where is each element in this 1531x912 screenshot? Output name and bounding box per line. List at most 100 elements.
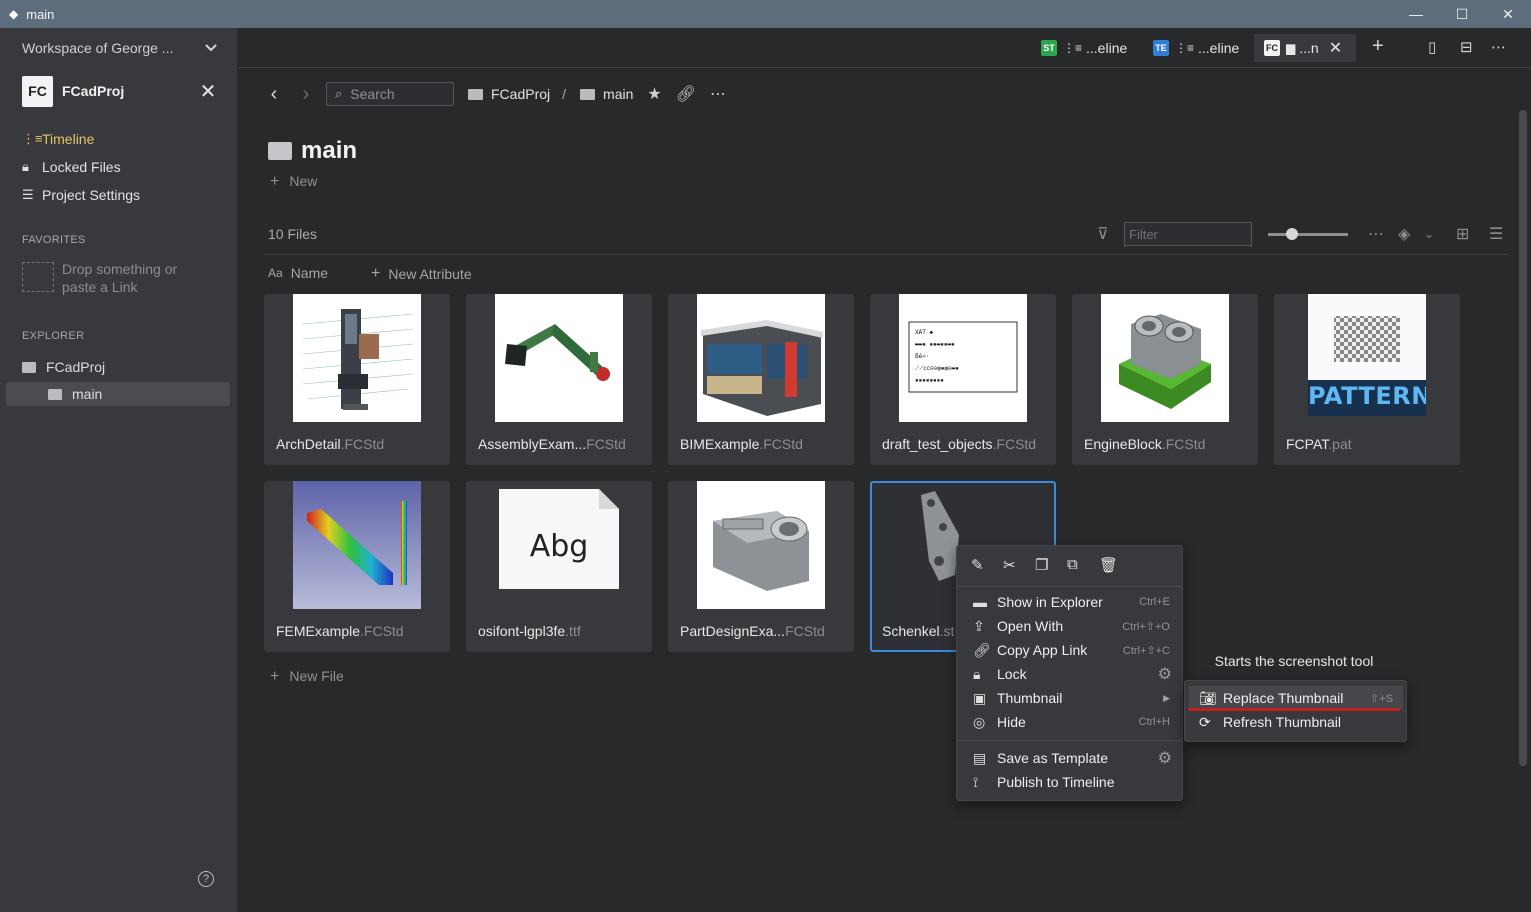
close-tab-icon[interactable]: ✕ bbox=[1329, 38, 1342, 58]
thumbnail-pattern: PATTERN bbox=[1308, 294, 1426, 416]
list-view-icon[interactable]: ☰ bbox=[1489, 224, 1503, 244]
folder-icon bbox=[580, 88, 596, 100]
favorites-heading: FAVORITES bbox=[22, 234, 86, 246]
gear-icon[interactable]: ⚙ bbox=[1158, 664, 1172, 684]
tab-main[interactable]: FC ▆ ...n ✕ bbox=[1254, 34, 1356, 62]
menu-lock[interactable]: 🔒︎ Lock ⚙ bbox=[957, 662, 1182, 686]
menu-shortcut: Ctrl+E bbox=[1139, 596, 1170, 608]
svg-text:⟋⟋ⅽⅽ⊖⊖◍▪◍⊖▬▪: ⟋⟋ⅽⅽ⊖⊖◍▪◍⊖▬▪ bbox=[915, 365, 959, 372]
folder-icon bbox=[268, 142, 292, 160]
back-arrow-icon[interactable]: ‹ bbox=[262, 83, 286, 106]
nav-timeline[interactable]: ⋮≡ Timeline bbox=[22, 128, 94, 150]
file-name: ArchDetail.FCStd bbox=[276, 436, 385, 452]
close-project-icon[interactable]: ✕ bbox=[198, 79, 218, 104]
tab-badge: FC bbox=[1264, 40, 1280, 56]
menu-publish-to-timeline[interactable]: ⟟ Publish to Timeline bbox=[957, 770, 1182, 794]
inbox-icon[interactable]: ⊟ bbox=[1460, 38, 1473, 56]
file-card-femexample[interactable]: FEMExample.FCStd bbox=[264, 481, 450, 652]
file-card-draft-test-objects[interactable]: XAT ◆ ▬▬▪ ▪▪▬▪▪▬▪ ßé∠· ⟋⟋ⅽⅽ⊖⊖◍▪◍⊖▬▪ ▪▪▪▪… bbox=[870, 294, 1056, 465]
timeline-icon: ⋮≡ bbox=[22, 131, 43, 146]
more-options-icon[interactable]: ⋯ bbox=[1491, 38, 1506, 56]
thumbnail-engine bbox=[1101, 294, 1229, 422]
tooltip: Starts the screenshot tool bbox=[1200, 647, 1388, 675]
font-sample-text: Abg bbox=[529, 529, 589, 564]
delete-icon[interactable]: 🗑︎ bbox=[1099, 556, 1131, 574]
column-name[interactable]: Aa Name bbox=[268, 265, 328, 281]
favorites-drop-zone[interactable]: Drop something or paste a Link bbox=[22, 260, 218, 300]
breadcrumb-fcadproj[interactable]: FCadProj bbox=[468, 86, 550, 102]
help-icon[interactable]: ? bbox=[198, 871, 214, 887]
minimize-button[interactable]: — bbox=[1393, 0, 1439, 28]
menu-open-with[interactable]: ⇪ Open With Ctrl+⇧+O bbox=[957, 614, 1182, 638]
thumbnail-submenu: 📷︎ Replace Thumbnail ⇧+S ⟳ Refresh Thumb… bbox=[1184, 680, 1407, 742]
rename-icon[interactable]: ✎ bbox=[971, 556, 1003, 574]
tree-item-fcadproj[interactable]: FCadProj bbox=[22, 355, 218, 379]
chevron-down-icon[interactable]: ⌄ bbox=[1424, 227, 1434, 241]
nav-locked-files[interactable]: 🔒︎ Locked Files bbox=[22, 156, 121, 178]
title-bar: ◆ main — ☐ ✕ bbox=[0, 0, 1531, 28]
breadcrumb-label: FCadProj bbox=[491, 86, 551, 102]
new-button[interactable]: + New bbox=[270, 173, 317, 191]
menu-show-in-explorer[interactable]: ▬ Show in Explorer Ctrl+E bbox=[957, 590, 1182, 614]
folder-icon: ▆ bbox=[1286, 41, 1296, 55]
app-logo-icon: ◆ bbox=[9, 7, 19, 21]
new-file-button[interactable]: + New File bbox=[270, 668, 344, 686]
more-options-icon[interactable]: ⋯ bbox=[1368, 224, 1384, 244]
tab-timeline-st[interactable]: ST ⋮≡ ...eline bbox=[1031, 34, 1137, 62]
tree-item-main[interactable]: main bbox=[6, 382, 230, 406]
duplicate-icon[interactable]: ⧉ bbox=[1067, 556, 1099, 574]
file-card-archdetail[interactable]: ArchDetail.FCStd bbox=[264, 294, 450, 465]
copy-icon[interactable]: ❐ bbox=[1035, 556, 1067, 574]
menu-copy-app-link[interactable]: 🔗︎ Copy App Link Ctrl+⇧+C bbox=[957, 638, 1182, 662]
page-title: main bbox=[268, 137, 357, 165]
menu-thumbnail[interactable]: ▣ Thumbnail ▶ bbox=[957, 686, 1182, 710]
menu-replace-thumbnail[interactable]: 📷︎ Replace Thumbnail ⇧+S bbox=[1189, 686, 1403, 710]
more-options-icon[interactable]: ⋯ bbox=[710, 84, 726, 104]
menu-save-as-template[interactable]: ▤ Save as Template ⚙ bbox=[957, 746, 1182, 770]
filter-icon[interactable]: ⊽ bbox=[1097, 224, 1109, 244]
workspace-name: Workspace of George ... bbox=[22, 40, 174, 56]
maximize-button[interactable]: ☐ bbox=[1439, 0, 1485, 28]
nav-project-settings[interactable]: ☰ Project Settings bbox=[22, 184, 140, 206]
layers-icon[interactable]: ◈ bbox=[1398, 224, 1410, 244]
file-card-fcpat[interactable]: PATTERN FCPAT.pat bbox=[1274, 294, 1460, 465]
file-card-assemblyexample[interactable]: AssemblyExam...FCStd bbox=[466, 294, 652, 465]
tab-label: ...eline bbox=[1086, 40, 1128, 56]
file-card-engineblock[interactable]: EngineBlock.FCStd bbox=[1072, 294, 1258, 465]
search-input[interactable]: ⌕ Search bbox=[326, 82, 454, 106]
menu-hide[interactable]: ◎ Hide Ctrl+H bbox=[957, 710, 1182, 734]
plus-icon: + bbox=[371, 265, 381, 282]
divider bbox=[264, 254, 1508, 255]
link-icon[interactable]: 🔗︎ bbox=[676, 84, 696, 104]
star-icon[interactable]: ★ bbox=[647, 84, 661, 104]
favorites-hint-line-1: Drop something or bbox=[62, 261, 178, 277]
file-card-osifont[interactable]: Abg osifont-lgpl3fe.ttf bbox=[466, 481, 652, 652]
workspace-selector[interactable]: Workspace of George ... bbox=[22, 38, 218, 58]
project-header[interactable]: FC FCadProj ✕ bbox=[22, 74, 218, 108]
template-icon: ▤ bbox=[973, 749, 987, 766]
menu-label: Refresh Thumbnail bbox=[1223, 714, 1342, 730]
favorites-hint-line-2: paste a Link bbox=[62, 279, 138, 295]
breadcrumb-main[interactable]: main bbox=[580, 86, 633, 102]
slider-knob[interactable] bbox=[1286, 228, 1298, 240]
new-attribute-button[interactable]: + New Attribute bbox=[371, 265, 472, 283]
cut-icon[interactable]: ✂ bbox=[1003, 556, 1035, 574]
thumbnail-size-slider[interactable] bbox=[1268, 228, 1348, 240]
split-view-icon[interactable]: ▯ bbox=[1428, 38, 1436, 56]
page-title-text: main bbox=[301, 137, 358, 164]
file-name: EngineBlock.FCStd bbox=[1084, 436, 1206, 452]
add-tab-icon[interactable]: + bbox=[1372, 35, 1384, 58]
gear-icon[interactable]: ⚙ bbox=[1158, 748, 1172, 768]
filter-input[interactable]: Filter bbox=[1124, 222, 1252, 246]
forward-arrow-icon[interactable]: › bbox=[294, 83, 318, 106]
scrollbar[interactable] bbox=[1519, 110, 1527, 766]
grid-view-icon[interactable]: ⊞ bbox=[1456, 224, 1469, 244]
files-toolbar: 10 Files ⊽ Filter ⋯ ◈ ⌄ ⊞ ☰ bbox=[264, 222, 1508, 248]
text-type-icon: Aa bbox=[268, 266, 283, 280]
file-card-bimexample[interactable]: BIMExample.FCStd bbox=[668, 294, 854, 465]
close-window-button[interactable]: ✕ bbox=[1485, 0, 1531, 28]
plus-icon: + bbox=[270, 173, 280, 190]
file-card-partdesignexample[interactable]: PartDesignExa...FCStd bbox=[668, 481, 854, 652]
menu-refresh-thumbnail[interactable]: ⟳ Refresh Thumbnail bbox=[1189, 710, 1403, 734]
tab-timeline-te[interactable]: TE ⋮≡ ...eline bbox=[1143, 34, 1249, 62]
